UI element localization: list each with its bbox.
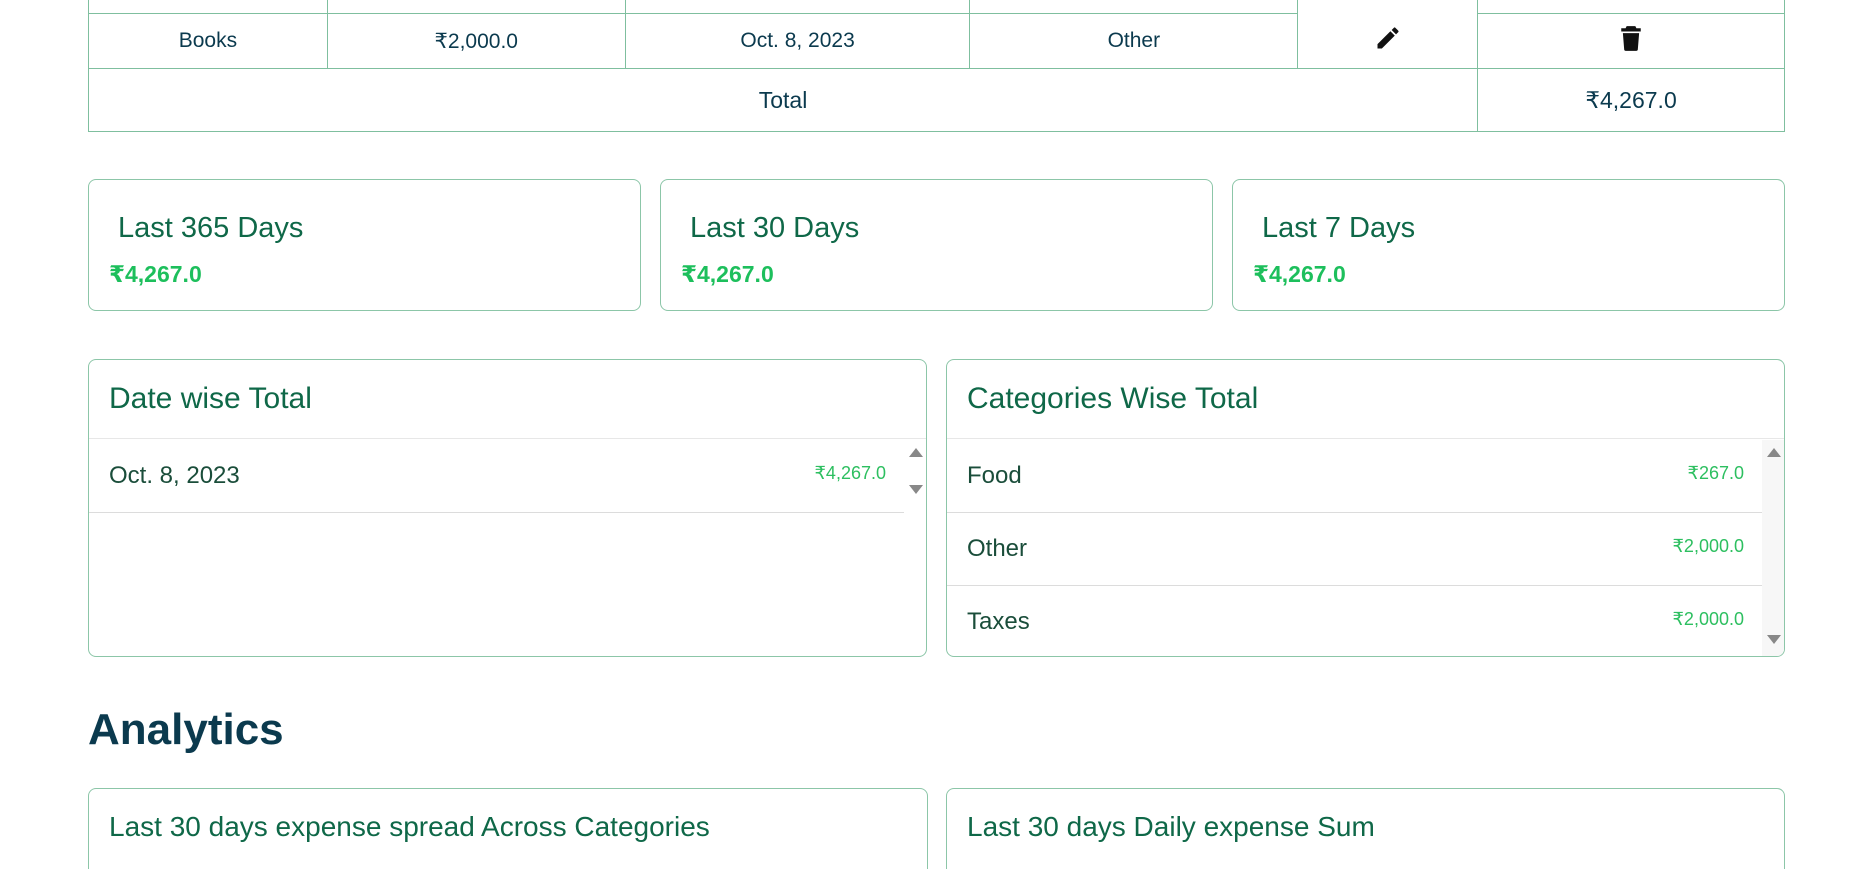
scroll-down-arrow-icon[interactable] [1767, 635, 1781, 644]
total-row: Total ₹4,267.0 [87, 68, 1785, 132]
pencil-icon[interactable] [1374, 24, 1402, 52]
panel-title: Date wise Total [89, 360, 926, 439]
summary-title: Last 365 Days [118, 212, 304, 244]
expense-table: Books ₹2,000.0 Oct. 8, 2023 Other Total … [87, 0, 1785, 132]
list-item: Food ₹267.0 [947, 440, 1762, 513]
summary-value: ₹4,267.0 [681, 261, 774, 287]
expense-title-cell: Books [88, 13, 328, 69]
list-item-amount: ₹2,000.0 [1672, 609, 1744, 629]
summary-card-365: Last 365 Days ₹4,267.0 [88, 179, 641, 311]
total-label: Total [87, 68, 1479, 132]
scroll-up-arrow-icon[interactable] [1767, 448, 1781, 457]
expense-date-cell: Oct. 8, 2023 [624, 13, 971, 69]
list-item-label: Taxes [967, 608, 1030, 635]
delete-cell [1477, 13, 1785, 69]
expense-amount-cell: ₹2,000.0 [326, 13, 626, 69]
chart-title: Last 30 days Daily expense Sum [967, 811, 1375, 842]
expense-category-cell: Other [969, 13, 1299, 69]
table-row-partial [88, 0, 1785, 14]
list-item-amount: ₹4,267.0 [814, 463, 886, 483]
list-item-amount: ₹2,000.0 [1672, 536, 1744, 556]
analytics-heading: Analytics [88, 705, 284, 754]
summary-value: ₹4,267.0 [1253, 261, 1346, 287]
list-item: Taxes ₹2,000.0 [947, 586, 1762, 656]
summary-title: Last 30 Days [690, 212, 860, 244]
category-wise-panel: Categories Wise Total Food ₹267.0 Other … [946, 359, 1785, 657]
summary-card-7: Last 7 Days ₹4,267.0 [1232, 179, 1785, 311]
panel-title: Categories Wise Total [947, 360, 1784, 439]
scroll-down-arrow-icon[interactable] [909, 485, 923, 494]
chart-title: Last 30 days expense spread Across Categ… [109, 811, 710, 842]
trash-icon[interactable] [1620, 25, 1642, 51]
table-row: Books ₹2,000.0 Oct. 8, 2023 Other [88, 13, 1785, 69]
summary-value: ₹4,267.0 [109, 261, 202, 287]
scrollbar[interactable] [904, 440, 926, 513]
chart-card-daily-sum: Last 30 days Daily expense Sum [946, 788, 1785, 869]
list-item: Oct. 8, 2023 ₹4,267.0 [89, 440, 904, 513]
list-item-label: Oct. 8, 2023 [109, 462, 240, 489]
total-value: ₹4,267.0 [1477, 68, 1785, 132]
scroll-up-arrow-icon[interactable] [909, 448, 923, 457]
list-item-label: Other [967, 535, 1028, 562]
list-item-label: Food [967, 462, 1022, 489]
scrollbar[interactable] [1762, 440, 1784, 656]
date-wise-panel: Date wise Total Oct. 8, 2023 ₹4,267.0 [88, 359, 927, 657]
summary-card-30: Last 30 Days ₹4,267.0 [660, 179, 1213, 311]
list-item-amount: ₹267.0 [1687, 463, 1745, 483]
list-item: Other ₹2,000.0 [947, 513, 1762, 586]
summary-title: Last 7 Days [1262, 212, 1416, 244]
chart-card-category-spread: Last 30 days expense spread Across Categ… [88, 788, 928, 869]
edit-cell [1297, 13, 1479, 69]
